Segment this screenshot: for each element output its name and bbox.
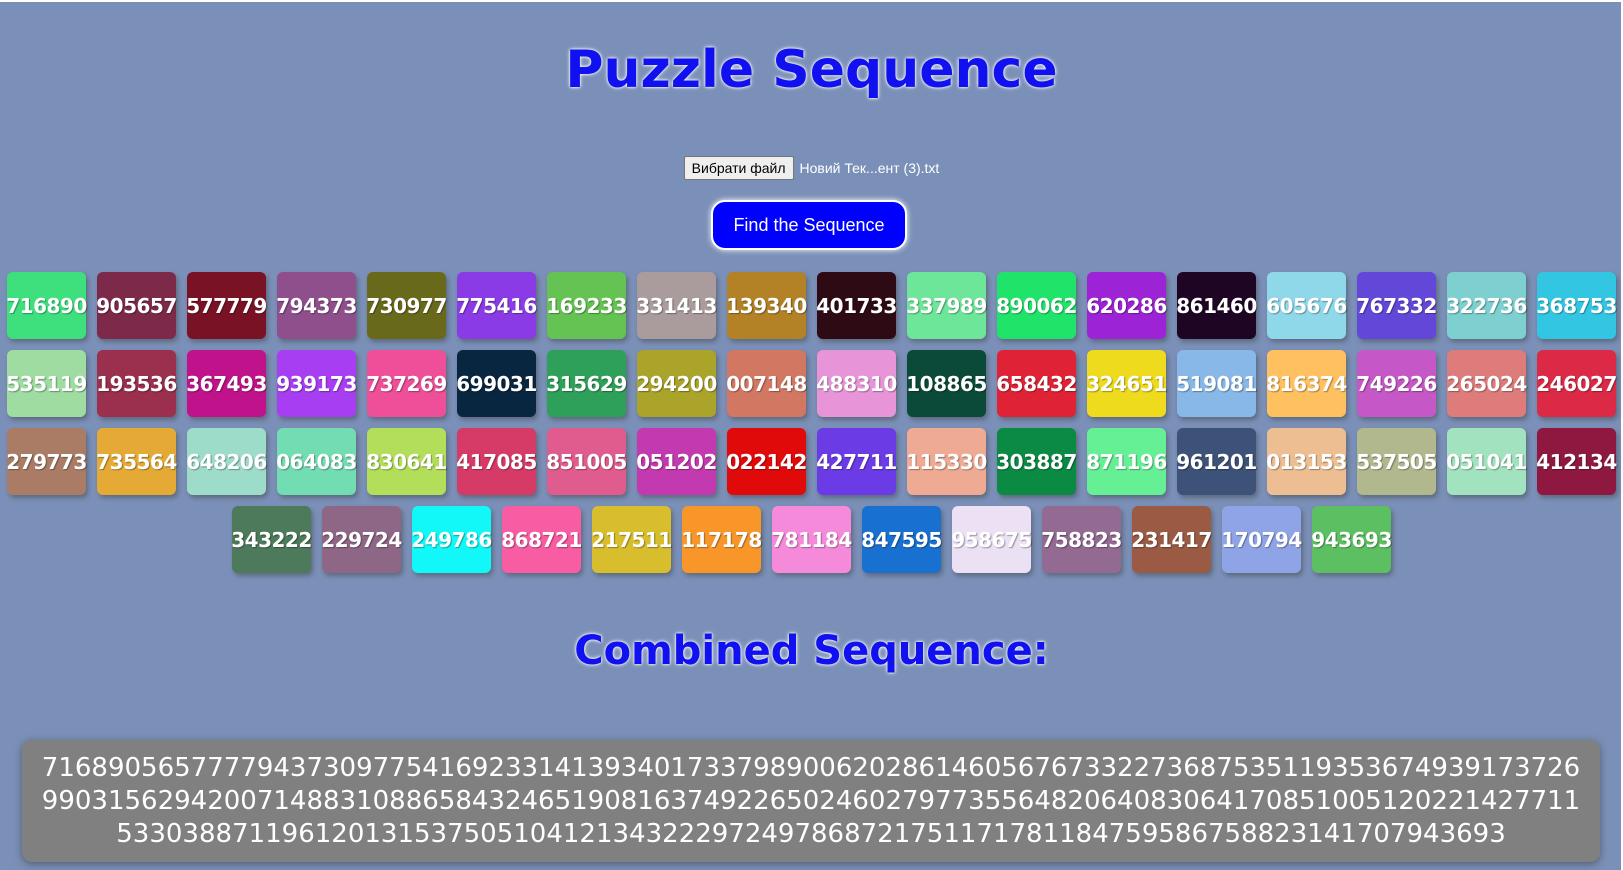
puzzle-tile: 737269 <box>366 350 447 417</box>
puzzle-tile: 139340 <box>726 272 807 339</box>
file-input[interactable]: Вибрати файл Новий Тек...ент (3).txt <box>0 156 1623 180</box>
tile-row: 716890 905657 577779 794373 730977 775416 1692… <box>0 272 1623 339</box>
selected-file-name: Новий Тек...ент (3).txt <box>799 160 940 176</box>
puzzle-tile: 368753 <box>1536 272 1617 339</box>
puzzle-tile: 265024 <box>1446 350 1527 417</box>
puzzle-tile: 367493 <box>186 350 267 417</box>
puzzle-tile: 648206 <box>186 428 267 495</box>
puzzle-tile: 337989 <box>906 272 987 339</box>
puzzle-tile: 331413 <box>636 272 717 339</box>
puzzle-tile: 816374 <box>1266 350 1347 417</box>
puzzle-tile: 605676 <box>1266 272 1347 339</box>
puzzle-tile: 730977 <box>366 272 447 339</box>
puzzle-tile: 861460 <box>1176 272 1257 339</box>
puzzle-tile: 890062 <box>996 272 1077 339</box>
puzzle-tile: 322736 <box>1446 272 1527 339</box>
puzzle-tile: 735564 <box>96 428 177 495</box>
puzzle-tile: 064083 <box>276 428 357 495</box>
puzzle-tile: 231417 <box>1131 506 1212 573</box>
puzzle-tile: 519081 <box>1176 350 1257 417</box>
puzzle-tile: 051202 <box>636 428 717 495</box>
puzzle-tile: 535119 <box>6 350 87 417</box>
puzzle-tile: 658432 <box>996 350 1077 417</box>
puzzle-tile: 847595 <box>861 506 942 573</box>
puzzle-tile: 117178 <box>681 506 762 573</box>
puzzle-tile: 905657 <box>96 272 177 339</box>
puzzle-tile: 716890 <box>6 272 87 339</box>
puzzle-tile: 958675 <box>951 506 1032 573</box>
puzzle-tile: 246027 <box>1536 350 1617 417</box>
tile-row: 343222 229724 249786 868721 217511 117178 7811… <box>0 506 1623 573</box>
puzzle-tile: 830641 <box>366 428 447 495</box>
puzzle-tile: 217511 <box>591 506 672 573</box>
page-title: Puzzle Sequence <box>565 40 1058 100</box>
puzzle-tile: 108865 <box>906 350 987 417</box>
puzzle-tile: 537505 <box>1356 428 1437 495</box>
puzzle-tile: 620286 <box>1086 272 1167 339</box>
puzzle-tile: 939173 <box>276 350 357 417</box>
puzzle-tile: 315629 <box>546 350 627 417</box>
puzzle-tile: 324651 <box>1086 350 1167 417</box>
choose-file-button[interactable]: Вибрати файл <box>683 156 794 180</box>
puzzle-tile: 577779 <box>186 272 267 339</box>
puzzle-tile: 412134 <box>1536 428 1617 495</box>
puzzle-tile: 229724 <box>321 506 402 573</box>
puzzle-tile: 303887 <box>996 428 1077 495</box>
puzzle-tile: 193536 <box>96 350 177 417</box>
puzzle-tile: 417085 <box>456 428 537 495</box>
puzzle-tile: 781184 <box>771 506 852 573</box>
puzzle-tile: 961201 <box>1176 428 1257 495</box>
tile-row: 535119 193536 367493 939173 737269 699031 3156… <box>0 350 1623 417</box>
combined-sequence-title: Combined Sequence: <box>574 628 1049 674</box>
puzzle-tile: 775416 <box>456 272 537 339</box>
puzzle-tile: 294200 <box>636 350 717 417</box>
page: Puzzle Sequence Вибрати файл Новий Тек..… <box>0 0 1623 870</box>
puzzle-tile: 022142 <box>726 428 807 495</box>
puzzle-tile: 170794 <box>1221 506 1302 573</box>
puzzle-tile: 343222 <box>231 506 312 573</box>
puzzle-tile: 758823 <box>1041 506 1122 573</box>
combined-sequence-output: 7168905657777943730977541692331413934017… <box>22 740 1600 862</box>
puzzle-tile: 871196 <box>1086 428 1167 495</box>
puzzle-tile: 007148 <box>726 350 807 417</box>
puzzle-tile: 115330 <box>906 428 987 495</box>
puzzle-tile: 851005 <box>546 428 627 495</box>
puzzle-tiles: 716890 905657 577779 794373 730977 775416 1692… <box>0 272 1623 584</box>
find-sequence-button[interactable]: Find the Sequence <box>711 200 907 250</box>
puzzle-tile: 699031 <box>456 350 537 417</box>
puzzle-tile: 249786 <box>411 506 492 573</box>
puzzle-tile: 169233 <box>546 272 627 339</box>
puzzle-tile: 279773 <box>6 428 87 495</box>
puzzle-tile: 013153 <box>1266 428 1347 495</box>
puzzle-tile: 794373 <box>276 272 357 339</box>
puzzle-tile: 868721 <box>501 506 582 573</box>
puzzle-tile: 051041 <box>1446 428 1527 495</box>
top-border <box>0 0 1623 2</box>
puzzle-tile: 767332 <box>1356 272 1437 339</box>
puzzle-tile: 943693 <box>1311 506 1392 573</box>
puzzle-tile: 401733 <box>816 272 897 339</box>
puzzle-tile: 427711 <box>816 428 897 495</box>
puzzle-tile: 488310 <box>816 350 897 417</box>
tile-row: 279773 735564 648206 064083 830641 417085 8510… <box>0 428 1623 495</box>
puzzle-tile: 749226 <box>1356 350 1437 417</box>
